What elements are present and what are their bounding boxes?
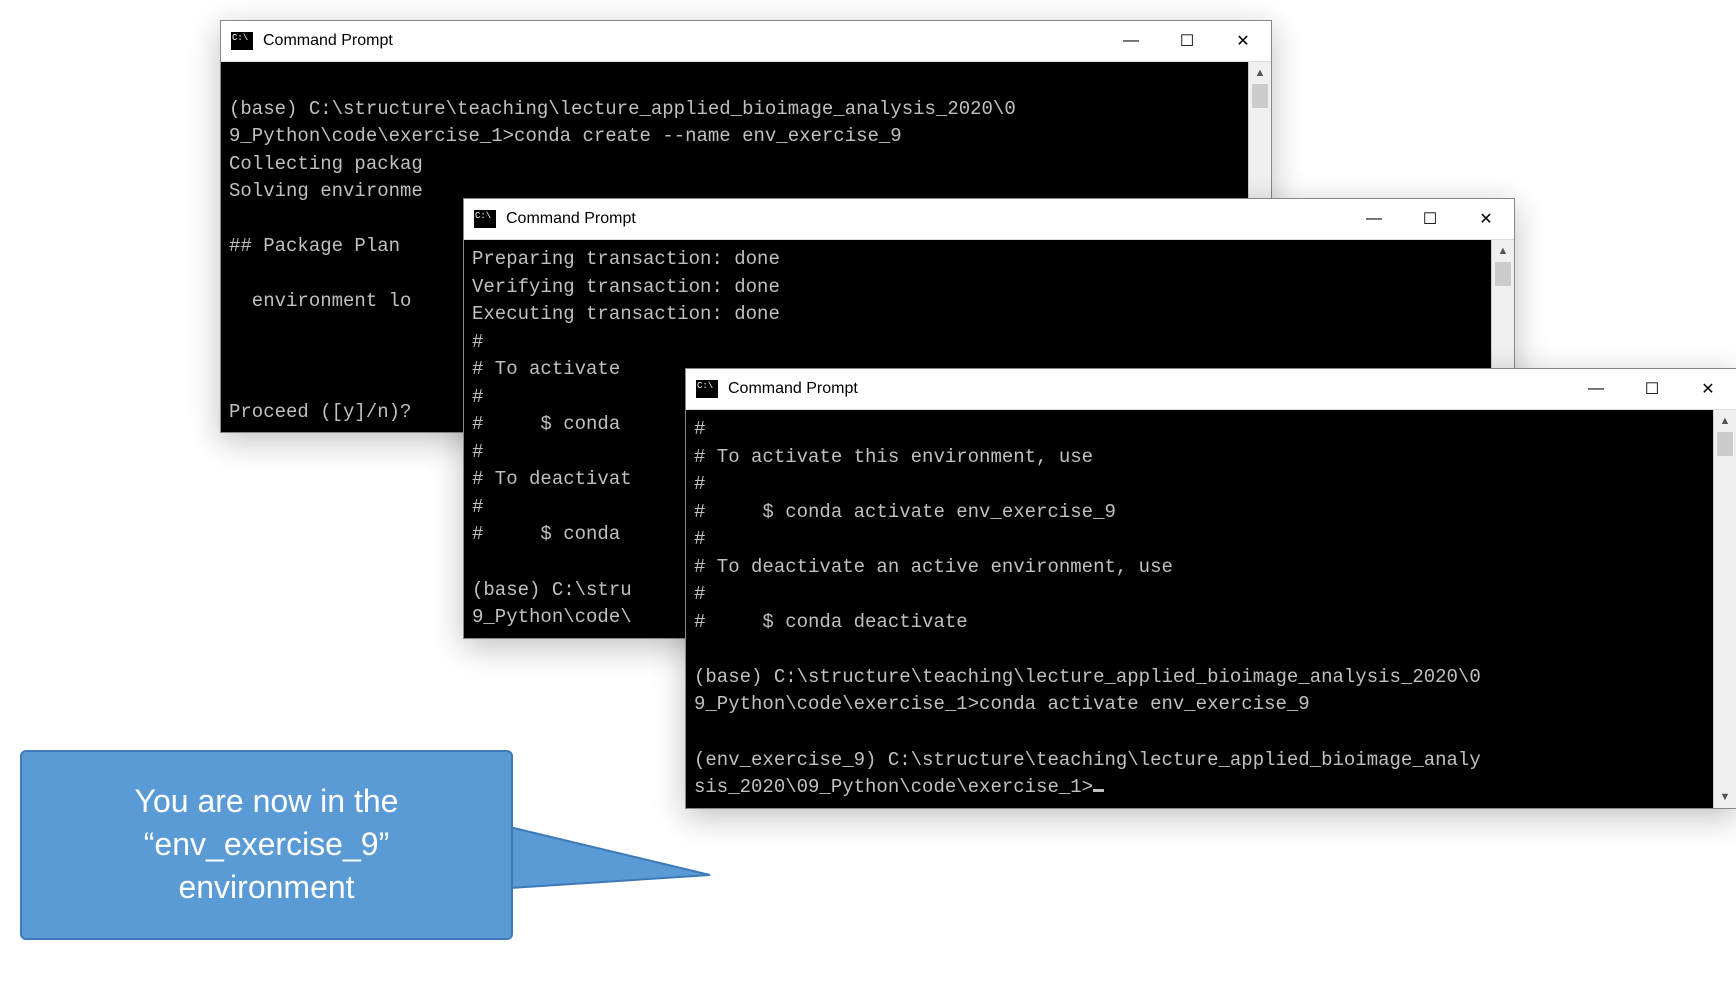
titlebar[interactable]: Command Prompt — ☐ ✕ [686,369,1736,410]
window-controls: — ☐ ✕ [1103,21,1271,61]
annotation-callout: You are now in the “env_exercise_9” envi… [20,750,513,940]
close-button[interactable]: ✕ [1680,369,1736,409]
minimize-icon: — [1123,32,1139,50]
scroll-thumb[interactable] [1252,84,1268,108]
close-icon: ✕ [1701,379,1714,399]
titlebar[interactable]: Command Prompt — ☐ ✕ [464,199,1514,240]
scroll-thumb[interactable] [1717,432,1733,456]
scroll-up-icon[interactable]: ▲ [1714,410,1736,432]
minimize-button[interactable]: — [1103,21,1159,61]
maximize-button[interactable]: ☐ [1159,21,1215,61]
titlebar[interactable]: Command Prompt — ☐ ✕ [221,21,1271,62]
minimize-icon: — [1588,380,1604,398]
close-button[interactable]: ✕ [1458,199,1514,239]
scrollbar[interactable]: ▲ ▼ [1713,410,1736,808]
window-title: Command Prompt [506,210,1346,228]
maximize-icon: ☐ [1180,31,1194,51]
scroll-up-icon[interactable]: ▲ [1249,62,1271,84]
window-controls: — ☐ ✕ [1568,369,1736,409]
terminal-output[interactable]: # # To activate this environment, use # … [686,410,1713,808]
maximize-button[interactable]: ☐ [1624,369,1680,409]
scroll-thumb[interactable] [1495,262,1511,286]
minimize-button[interactable]: — [1346,199,1402,239]
minimize-button[interactable]: — [1568,369,1624,409]
callout-pointer [480,820,730,920]
maximize-button[interactable]: ☐ [1402,199,1458,239]
close-icon: ✕ [1479,209,1492,229]
maximize-icon: ☐ [1423,209,1437,229]
window-title: Command Prompt [263,32,1103,50]
cmd-icon [231,32,253,50]
scroll-down-icon[interactable]: ▼ [1714,786,1736,808]
close-icon: ✕ [1236,31,1249,51]
callout-line3: environment [44,866,489,909]
callout-line2: “env_exercise_9” [44,823,489,866]
close-button[interactable]: ✕ [1215,21,1271,61]
cmd-icon [474,210,496,228]
window-title: Command Prompt [728,380,1568,398]
minimize-icon: — [1366,210,1382,228]
cmd-icon [696,380,718,398]
maximize-icon: ☐ [1645,379,1659,399]
scroll-up-icon[interactable]: ▲ [1492,240,1514,262]
callout-line1: You are now in the [44,780,489,823]
command-prompt-window-3: Command Prompt — ☐ ✕ # # To activate thi… [685,368,1736,809]
window-controls: — ☐ ✕ [1346,199,1514,239]
